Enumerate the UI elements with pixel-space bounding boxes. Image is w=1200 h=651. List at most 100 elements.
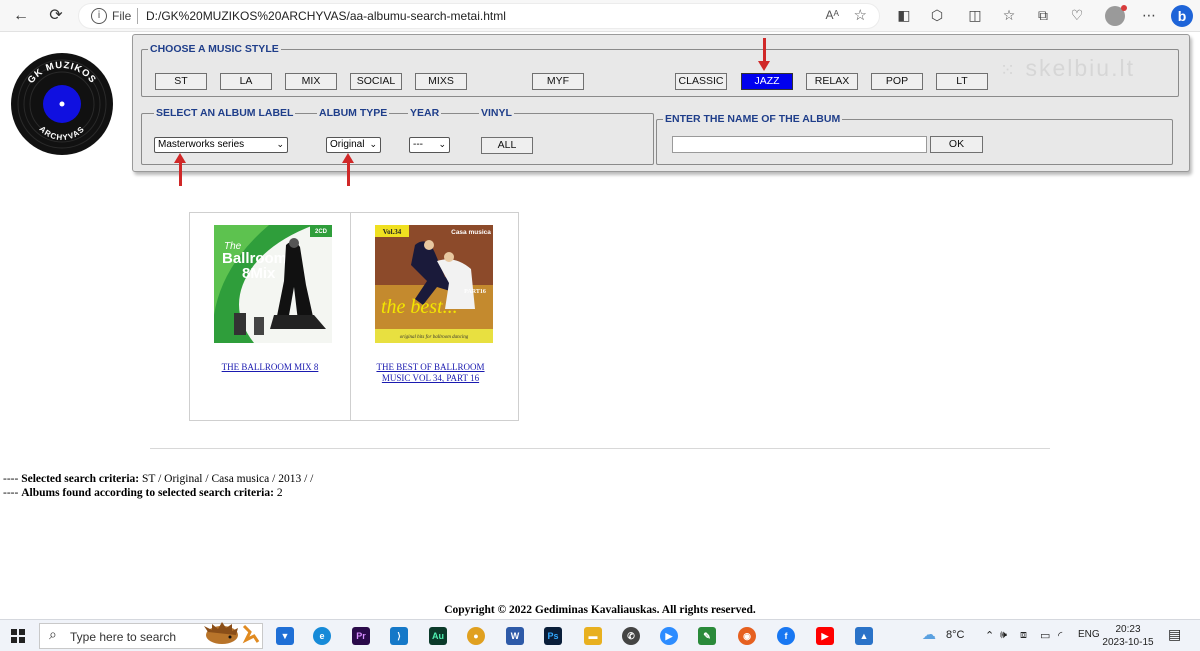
vscode-icon[interactable]: ⟩ (390, 627, 408, 645)
address-bar[interactable]: i File D:/GK%20MUZIKOS%20ARCHYVAS/aa-alb… (78, 3, 880, 29)
svg-text:the best...: the best... (381, 296, 458, 318)
language-indicator[interactable]: ENG (1078, 629, 1100, 640)
album-title-line-2: MUSIC VOL 34, PART 16 (381, 373, 480, 383)
speaker-icon[interactable]: 🕪 (1000, 629, 1007, 642)
svg-text:Casa musica: Casa musica (451, 229, 491, 236)
album-cover-best-of-ballroom-34[interactable]: Vol.34 Casa musica PART16 the best... or… (375, 225, 493, 343)
premiere-pro-icon[interactable]: Pr (352, 627, 370, 645)
windows-taskbar: ⌕ Type here to search ▼ e Pr ⟩ Au ● W Ps… (0, 619, 1200, 651)
read-aloud-icon[interactable]: Aᴬ (826, 8, 839, 22)
browser-essentials-icon[interactable]: ♡ (1068, 7, 1086, 25)
style-button-lt[interactable]: LT (936, 73, 988, 90)
year-value: --- (413, 139, 423, 150)
back-arrow-icon[interactable]: ← (10, 5, 32, 27)
divider-line (150, 448, 1050, 449)
network-icon[interactable]: ◜ (1058, 629, 1062, 642)
style-button-classic[interactable]: CLASSIC (675, 73, 727, 90)
skelbiu-watermark: ⁙ skelbiu.lt (1000, 55, 1135, 82)
word-icon[interactable]: W (506, 627, 524, 645)
notifications-icon[interactable]: ▤ (1168, 626, 1181, 643)
notepad-plus-icon[interactable]: ✎ (698, 627, 716, 645)
photoshop-icon[interactable]: Ps (544, 627, 562, 645)
favorites-icon[interactable]: ☆ (1000, 7, 1018, 25)
clock-date: 2023-10-15 (1102, 637, 1154, 648)
album-type-value: Original (330, 139, 365, 150)
chevron-down-icon: ⌄ (438, 140, 446, 150)
watermark-text: skelbiu.lt (1025, 55, 1135, 81)
album-label-value: Masterworks series (158, 139, 245, 150)
criteria-prefix: ---- (3, 473, 22, 485)
vinyl-all-button[interactable]: ALL (481, 137, 533, 154)
favorite-star-icon[interactable]: ☆ (854, 6, 867, 24)
year-select[interactable]: --- ⌄ (409, 137, 450, 153)
style-button-la[interactable]: LA (220, 73, 272, 90)
gk-muzikos-archyvas-logo: GK MUZIKOS ARCHYVAS (11, 53, 113, 155)
music-style-legend: CHOOSE A MUSIC STYLE (150, 43, 279, 55)
clock-time: 20:23 (1115, 624, 1141, 635)
show-hidden-icons-icon[interactable]: ⌃ (985, 629, 994, 642)
selected-criteria-label: Selected search criteria: (21, 473, 140, 485)
onedrive-icon[interactable]: ⧈ (1020, 629, 1027, 642)
temperature-text[interactable]: 8°C (946, 629, 964, 641)
audition-icon[interactable]: Au (429, 627, 447, 645)
style-button-jazz[interactable]: JAZZ (741, 73, 793, 90)
taskbar-clock[interactable]: 20:23 2023-10-15 (1100, 623, 1156, 649)
style-button-pop[interactable]: POP (871, 73, 923, 90)
annotation-arrow-label (174, 153, 186, 186)
weather-cloud-icon[interactable]: ☁ (922, 626, 936, 643)
album-title-link[interactable]: THE BALLROOM MIX 8 (190, 362, 350, 373)
style-button-relax[interactable]: RELAX (806, 73, 858, 90)
whatsapp-icon[interactable]: ✆ (622, 627, 640, 645)
style-button-st[interactable]: ST (155, 73, 207, 90)
youtube-icon[interactable]: ▶ (816, 627, 834, 645)
bing-copilot-icon[interactable]: b (1171, 5, 1193, 27)
zoom-icon[interactable]: ▶ (660, 627, 678, 645)
svg-text:8Mix: 8Mix (242, 265, 276, 282)
file-explorer-icon[interactable]: ▬ (584, 627, 602, 645)
album-name-input[interactable] (672, 136, 927, 153)
svg-text:original hits for ballroom dan: original hits for ballroom dancing (400, 335, 469, 340)
refresh-icon[interactable]: ⟳ (45, 5, 67, 27)
collections-icon[interactable]: ⧉ (1034, 7, 1052, 25)
style-button-mix[interactable]: MIX (285, 73, 337, 90)
windows-start-icon[interactable] (11, 629, 25, 643)
selected-criteria-line: ---- Selected search criteria: ST / Orig… (3, 473, 313, 485)
firefox-icon[interactable]: ◉ (738, 627, 756, 645)
album-label-select[interactable]: Masterworks series ⌄ (154, 137, 288, 153)
album-type-select[interactable]: Original ⌄ (326, 137, 381, 153)
browser-toolbar: ← ⟳ i File D:/GK%20MUZIKOS%20ARCHYVAS/aa… (0, 0, 1200, 32)
style-button-social[interactable]: SOCIAL (350, 73, 402, 90)
album-cover-ballroom-mix-8[interactable]: 2CD The Ballroom 8Mix (214, 225, 332, 343)
hedgehog-search-highlight-icon[interactable] (200, 622, 260, 644)
split-screen-icon[interactable]: ◫ (966, 7, 984, 25)
more-menu-icon[interactable]: ⋯ (1140, 7, 1158, 25)
url-text[interactable]: D:/GK%20MUZIKOS%20ARCHYVAS/aa-albumu-sea… (146, 9, 506, 23)
taskbar-search-placeholder: Type here to search (70, 630, 177, 644)
ok-button[interactable]: OK (930, 136, 983, 153)
album-label-title: SELECT AN ALBUM LABEL (154, 107, 296, 119)
album-title-link[interactable]: THE BEST OF BALLROOM MUSIC VOL 34, PART … (351, 362, 510, 384)
battery-icon[interactable]: ▭ (1040, 629, 1050, 642)
album-type-title: ALBUM TYPE (317, 107, 390, 119)
svg-text:Vol.34: Vol.34 (383, 228, 402, 236)
chrome-icon[interactable]: ● (467, 627, 485, 645)
copilot-sidebar-icon[interactable]: ◧ (895, 7, 913, 25)
album-name-legend: ENTER THE NAME OF THE ALBUM (665, 113, 841, 125)
style-button-mixs[interactable]: MIXS (415, 73, 467, 90)
dropbox-icon[interactable]: ▼ (276, 627, 294, 645)
facebook-icon[interactable]: f (777, 627, 795, 645)
edge-browser-icon[interactable]: e (313, 627, 331, 645)
album-card: Vol.34 Casa musica PART16 the best... or… (350, 213, 510, 420)
svg-text:2CD: 2CD (315, 229, 328, 235)
info-icon[interactable]: i (91, 8, 107, 24)
svg-text:PART16: PART16 (464, 289, 486, 295)
vinyl-title: VINYL (479, 107, 514, 119)
dots-icon: ⁙ (1000, 60, 1018, 80)
annotation-arrow-type (342, 153, 354, 186)
albums-found-value: 2 (273, 487, 283, 499)
image-viewer-icon[interactable]: ▲ (855, 627, 873, 645)
extensions-puzzle-icon[interactable]: ⬡ (928, 7, 946, 25)
profile-avatar[interactable] (1105, 5, 1127, 26)
chevron-down-icon: ⌄ (276, 140, 284, 150)
style-button-myf[interactable]: MYF (532, 73, 584, 90)
